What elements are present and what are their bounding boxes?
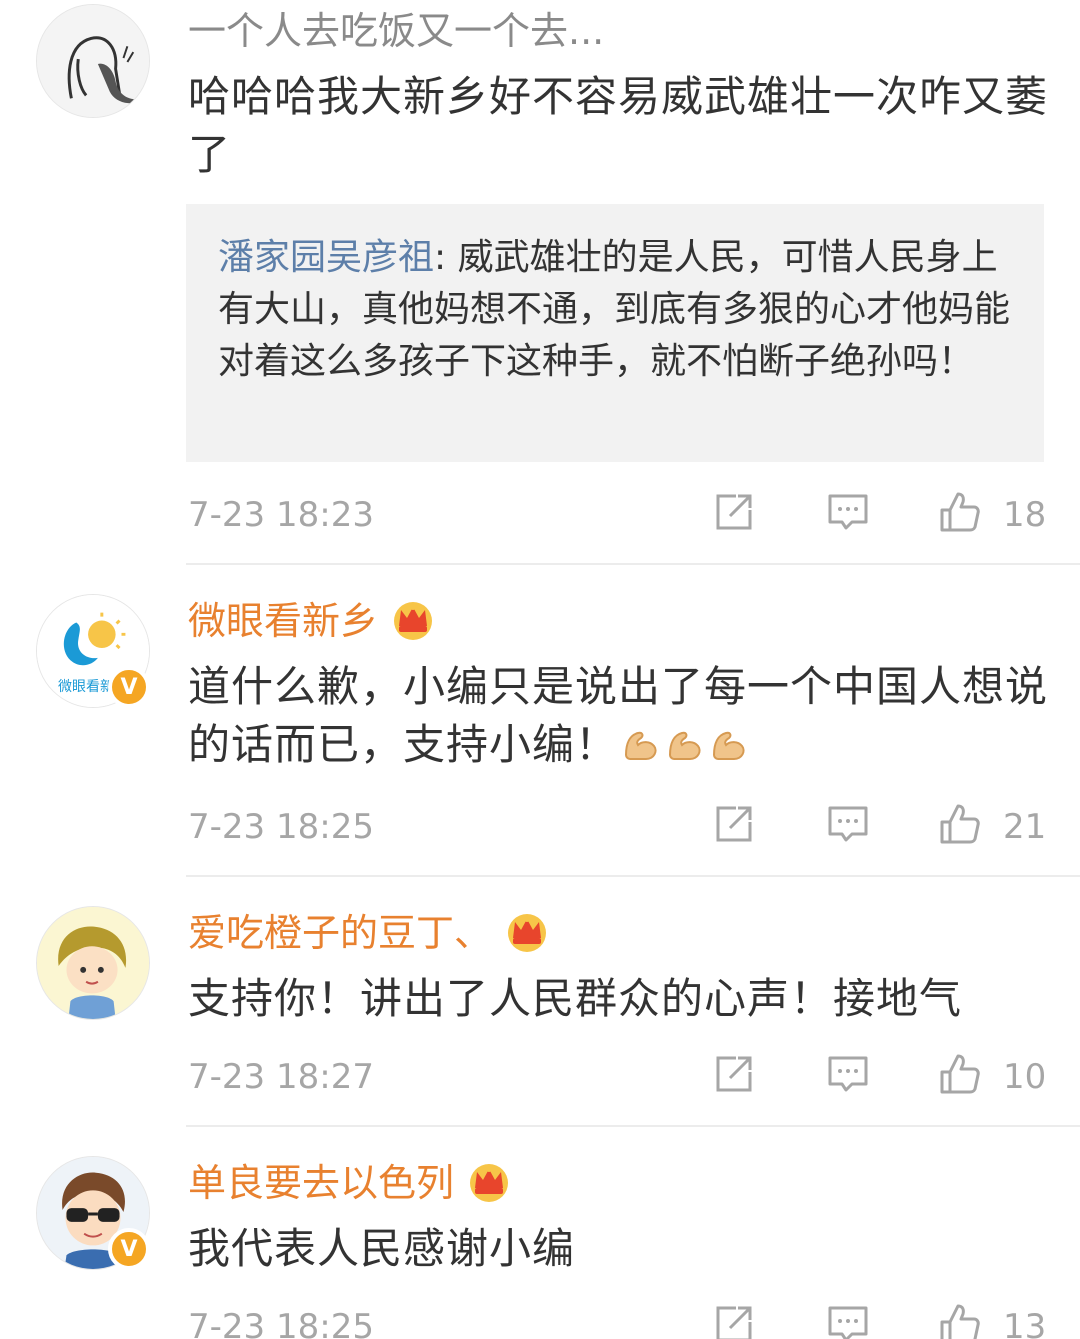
like-count: 21: [1003, 807, 1047, 847]
username-label[interactable]: 微眼看新乡: [188, 599, 378, 643]
crown-icon: [466, 1158, 512, 1204]
flex-arm-emoji: [620, 723, 662, 765]
quoted-username[interactable]: 潘家园吴彦祖: [218, 237, 434, 278]
comment-text: 道什么歉，小编只是说出了每一个中国人想说的话而已，支持小编！: [188, 658, 1048, 774]
comment-meta: 7-23 18:27 10: [0, 1052, 1080, 1102]
comment-text: 我代表人民感谢小编: [188, 1224, 576, 1273]
verified-icon: V: [108, 666, 150, 708]
comment-username[interactable]: 一个人去吃饭又一个去...: [188, 8, 604, 54]
like-count: 18: [1003, 495, 1047, 535]
comment-text-body: 道什么歉，小编只是说出了每一个中国人想说的话而已，支持小编！: [188, 662, 1049, 769]
comment-meta: 7-23 18:25 13: [0, 1302, 1080, 1339]
username-label[interactable]: 爱吃橙子的豆丁、: [188, 911, 492, 955]
comment-time: 7-23 18:25: [188, 1307, 374, 1339]
verified-icon: V: [108, 1228, 150, 1270]
like-count: 10: [1003, 1057, 1047, 1097]
share-icon[interactable]: [712, 1052, 756, 1096]
divider: [186, 563, 1080, 565]
flex-arm-emoji: [708, 723, 750, 765]
like-icon[interactable]: [938, 1302, 982, 1339]
username-label[interactable]: 单良要去以色列: [188, 1161, 454, 1205]
share-icon[interactable]: [712, 490, 756, 534]
comment-time: 7-23 18:23: [188, 495, 374, 535]
comment-icon[interactable]: [826, 1052, 870, 1096]
share-icon[interactable]: [712, 1302, 756, 1339]
comment-username[interactable]: 爱吃橙子的豆丁、: [188, 908, 550, 956]
comment-icon[interactable]: [826, 802, 870, 846]
user-avatar[interactable]: [36, 906, 150, 1020]
share-icon[interactable]: [712, 802, 756, 846]
flex-arm-emoji: [664, 723, 706, 765]
comment-username[interactable]: 单良要去以色列: [188, 1158, 512, 1206]
quoted-reply[interactable]: 潘家园吴彦祖: 威武雄壮的是人民，可惜人民身上有大山，真他妈想不通，到底有多狠的…: [186, 204, 1044, 462]
user-avatar[interactable]: [36, 4, 150, 118]
comment-text: 哈哈哈我大新乡好不容易威武雄壮一次咋又萎了: [188, 72, 1049, 179]
divider: [186, 1125, 1080, 1127]
comment-meta: 7-23 18:23 18: [0, 490, 1080, 540]
comment-time: 7-23 18:25: [188, 807, 374, 847]
like-icon[interactable]: [938, 1052, 982, 1096]
comment-time: 7-23 18:27: [188, 1057, 374, 1097]
like-icon[interactable]: [938, 490, 982, 534]
comment-username[interactable]: 微眼看新乡: [188, 596, 436, 644]
comment-text: 支持你！讲出了人民群众的心声！接地气: [188, 974, 963, 1023]
crown-icon: [504, 908, 550, 954]
comment-meta: 7-23 18:25 21: [0, 802, 1080, 852]
comment-icon[interactable]: [826, 1302, 870, 1339]
divider: [186, 875, 1080, 877]
comment-icon[interactable]: [826, 490, 870, 534]
like-icon[interactable]: [938, 802, 982, 846]
like-count: 13: [1003, 1307, 1047, 1339]
crown-icon: [390, 596, 436, 642]
